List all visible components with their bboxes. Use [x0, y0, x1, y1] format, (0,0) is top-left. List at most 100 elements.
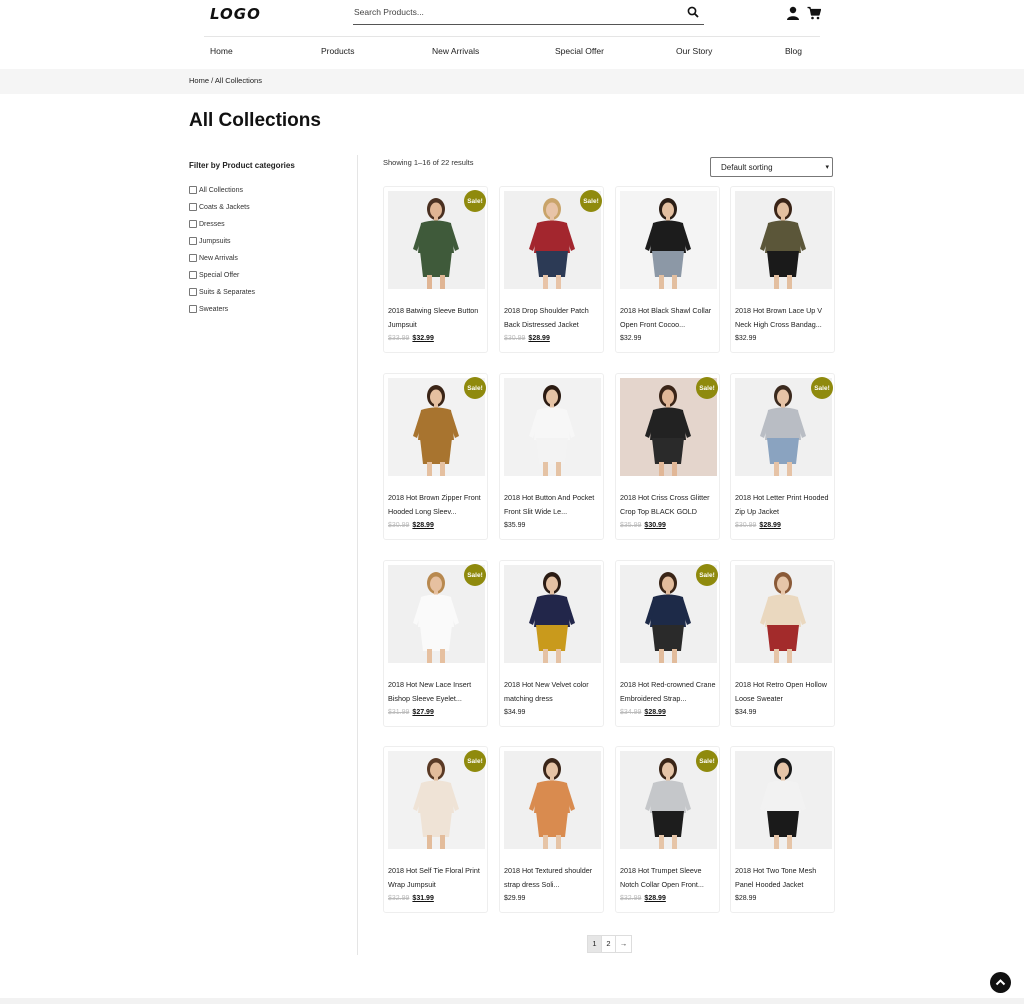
product-price: $28.99 [735, 895, 756, 902]
product-card[interactable]: 2018 Hot Brown Lace Up V Neck High Cross… [730, 186, 835, 353]
product-image[interactable] [620, 191, 717, 289]
product-price: $33.99 $32.99 [388, 335, 434, 342]
page-1-button[interactable]: 1 [587, 935, 602, 953]
search-icon[interactable] [687, 5, 699, 18]
nav-item-special-offer[interactable]: Special Offer [555, 46, 604, 56]
breadcrumb[interactable]: Home / All Collections [189, 76, 262, 85]
product-card[interactable]: Sale! 2018 Hot Letter Print Hooded Zip Up… [730, 373, 835, 540]
product-card[interactable]: Sale! 2018 Batwing Sleeve Button Jumpsuit… [383, 186, 488, 353]
header-divider [204, 36, 820, 37]
product-name[interactable]: 2018 Hot Two Tone Mesh Panel Hooded Jack… [735, 864, 834, 892]
category-filter-item[interactable]: Special Offer [189, 271, 239, 279]
page-2-button[interactable]: 2 [601, 935, 616, 953]
product-image[interactable] [504, 565, 601, 663]
product-price: $32.99 [620, 335, 641, 342]
next-page-button[interactable]: → [615, 935, 632, 953]
product-name[interactable]: 2018 Hot Brown Lace Up V Neck High Cross… [735, 304, 834, 332]
checkbox[interactable] [189, 271, 197, 279]
product-name[interactable]: 2018 Hot Textured shoulder strap dress S… [504, 864, 603, 892]
product-name[interactable]: 2018 Drop Shoulder Patch Back Distressed… [504, 304, 603, 332]
product-image[interactable] [735, 751, 832, 849]
checkbox[interactable] [189, 288, 197, 296]
category-label: New Arrivals [199, 254, 238, 262]
product-name[interactable]: 2018 Batwing Sleeve Button Jumpsuit [388, 304, 487, 332]
product-name[interactable]: 2018 Hot Black Shawl Collar Open Front C… [620, 304, 719, 332]
product-card[interactable]: 2018 Hot Textured shoulder strap dress S… [499, 746, 604, 913]
regular-price: $32.99 [620, 335, 642, 342]
product-card[interactable]: Sale! 2018 Drop Shoulder Patch Back Distr… [499, 186, 604, 353]
product-name[interactable]: 2018 Hot Button And Pocket Front Slit Wi… [504, 491, 603, 519]
filter-heading: Filter by Product categories [189, 161, 295, 170]
product-name[interactable]: 2018 Hot Brown Zipper Front Hooded Long … [388, 491, 487, 519]
result-count: Showing 1–16 of 22 results [383, 158, 474, 167]
user-icon[interactable] [786, 6, 800, 20]
cart-icon[interactable] [807, 6, 822, 20]
nav-item-our-story[interactable]: Our Story [676, 46, 712, 56]
original-price: $34.99 [620, 709, 642, 716]
sale-badge: Sale! [464, 190, 486, 212]
sale-badge: Sale! [464, 377, 486, 399]
main-nav: Home Products New Arrivals Special Offer… [204, 46, 820, 60]
product-card[interactable]: Sale! 2018 Hot Trumpet Sleeve Notch Colla… [615, 746, 720, 913]
nav-item-blog[interactable]: Blog [785, 46, 802, 56]
product-card[interactable]: 2018 Hot Button And Pocket Front Slit Wi… [499, 373, 604, 540]
sort-select[interactable]: Default sorting ▾ [710, 157, 833, 177]
product-name[interactable]: 2018 Hot Letter Print Hooded Zip Up Jack… [735, 491, 834, 519]
product-name[interactable]: 2018 Hot New Lace Insert Bishop Sleeve E… [388, 678, 487, 706]
nav-item-home[interactable]: Home [210, 46, 233, 56]
product-name[interactable]: 2018 Hot Red-crowned Crane Embroidered S… [620, 678, 719, 706]
product-card[interactable]: 2018 Hot Retro Open Hollow Loose Sweater… [730, 560, 835, 727]
checkbox[interactable] [189, 203, 197, 211]
sale-badge: Sale! [464, 750, 486, 772]
checkbox[interactable] [189, 254, 197, 262]
chevron-down-icon: ▾ [825, 164, 829, 171]
product-price: $29.99 [504, 895, 525, 902]
product-card[interactable]: Sale! 2018 Hot Self Tie Floral Print Wrap… [383, 746, 488, 913]
search-input[interactable] [353, 2, 655, 22]
sale-badge: Sale! [464, 564, 486, 586]
nav-item-new-arrivals[interactable]: New Arrivals [432, 46, 479, 56]
product-name[interactable]: 2018 Hot Retro Open Hollow Loose Sweater [735, 678, 834, 706]
product-card[interactable]: 2018 Hot New Velvet color matching dress… [499, 560, 604, 727]
product-image[interactable] [504, 378, 601, 476]
sale-badge: Sale! [696, 750, 718, 772]
category-filter-item[interactable]: Sweaters [189, 305, 228, 313]
product-image[interactable] [504, 751, 601, 849]
product-name[interactable]: 2018 Hot Criss Cross Glitter Crop Top BL… [620, 491, 719, 519]
product-card[interactable]: 2018 Hot Two Tone Mesh Panel Hooded Jack… [730, 746, 835, 913]
checkbox[interactable] [189, 220, 197, 228]
site-logo[interactable]: LOGO [210, 5, 261, 23]
category-label: Jumpsuits [199, 237, 231, 245]
product-image[interactable] [735, 565, 832, 663]
breadcrumb-bar: Home / All Collections [0, 69, 1024, 94]
product-card[interactable]: Sale! 2018 Hot Red-crowned Crane Embroide… [615, 560, 720, 727]
product-card[interactable]: Sale! 2018 Hot Brown Zipper Front Hooded … [383, 373, 488, 540]
product-name[interactable]: 2018 Hot New Velvet color matching dress [504, 678, 603, 706]
category-filter-item[interactable]: Dresses [189, 220, 225, 228]
original-price: $30.99 [388, 522, 410, 529]
product-name[interactable]: 2018 Hot Self Tie Floral Print Wrap Jump… [388, 864, 487, 892]
product-price: $31.99 $27.99 [388, 709, 434, 716]
category-filter-item[interactable]: Suits & Separates [189, 288, 255, 296]
original-price: $32.99 [388, 895, 410, 902]
category-filter-item[interactable]: Jumpsuits [189, 237, 231, 245]
category-label: Suits & Separates [199, 288, 256, 296]
product-card[interactable]: 2018 Hot Black Shawl Collar Open Front C… [615, 186, 720, 353]
regular-price: $35.99 [504, 522, 526, 529]
category-filter-item[interactable]: All Collections [189, 186, 243, 194]
product-price: $35.99 $30.99 [620, 522, 666, 529]
back-to-top-button[interactable] [990, 972, 1011, 993]
category-filter-item[interactable]: Coats & Jackets [189, 203, 250, 211]
product-card[interactable]: Sale! 2018 Hot Criss Cross Glitter Crop T… [615, 373, 720, 540]
sale-badge: Sale! [580, 190, 602, 212]
checkbox[interactable] [189, 237, 197, 245]
product-name[interactable]: 2018 Hot Trumpet Sleeve Notch Collar Ope… [620, 864, 719, 892]
product-image[interactable] [735, 191, 832, 289]
product-price: $35.99 [504, 522, 525, 529]
original-price: $30.99 [504, 335, 526, 342]
checkbox[interactable] [189, 186, 197, 194]
category-filter-item[interactable]: New Arrivals [189, 254, 238, 262]
checkbox[interactable] [189, 305, 197, 313]
product-card[interactable]: Sale! 2018 Hot New Lace Insert Bishop Sle… [383, 560, 488, 727]
nav-item-products[interactable]: Products [321, 46, 355, 56]
